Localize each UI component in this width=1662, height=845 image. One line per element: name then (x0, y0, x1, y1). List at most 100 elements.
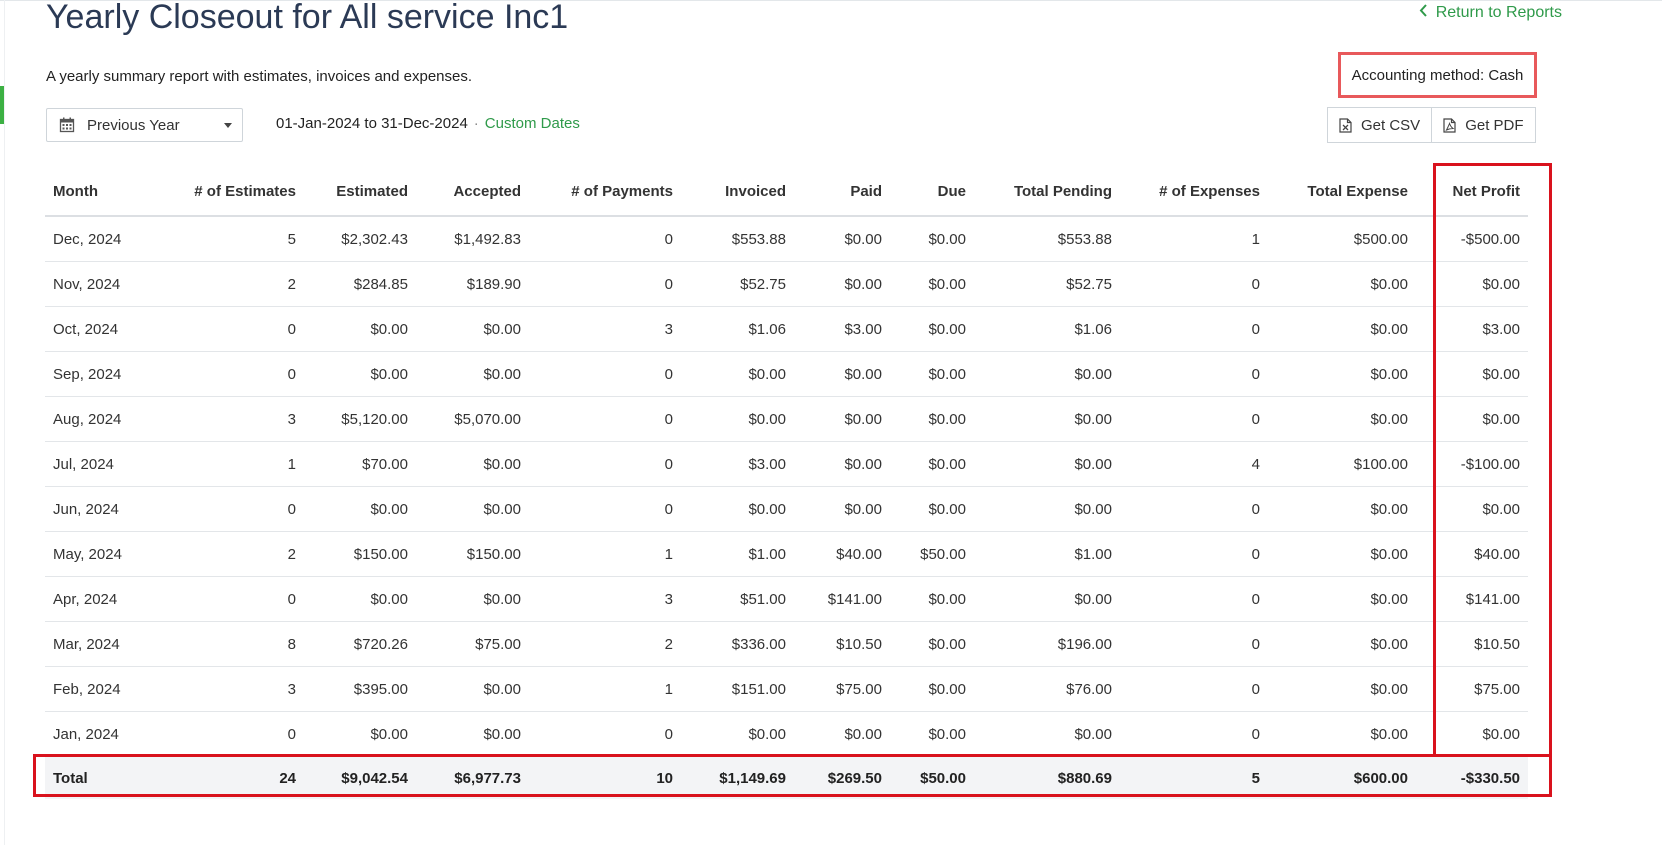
cell-invoiced: $52.75 (681, 261, 794, 307)
cell-invoiced: $0.00 (681, 396, 794, 442)
custom-dates-link[interactable]: Custom Dates (485, 115, 580, 132)
table-row: Jan, 2024 0 $0.00 $0.00 0 $0.00 $0.00 $0.00 $0.0… (45, 711, 1528, 757)
period-select-value: Previous Year (87, 116, 180, 134)
cell-total-expense: $0.00 (1268, 531, 1416, 577)
cell-month: Jun, 2024 (45, 486, 180, 532)
cell-num-payments: 0 (529, 351, 681, 397)
table-row: Oct, 2024 0 $0.00 $0.00 3 $1.06 $3.00 $0.00 $1.0… (45, 306, 1528, 352)
csv-file-icon (1339, 117, 1352, 133)
cell-paid: $0.00 (794, 441, 890, 487)
cell-total-expense: $0.00 (1268, 711, 1416, 757)
cell-num-expenses: 0 (1120, 486, 1268, 532)
get-pdf-button[interactable]: Get PDF (1432, 107, 1536, 143)
cell-accepted: $0.00 (416, 666, 529, 712)
cell-month: Jul, 2024 (45, 441, 180, 487)
total-cell-num-expenses: 5 (1120, 756, 1268, 799)
cell-total-expense: $0.00 (1268, 351, 1416, 397)
cell-invoiced: $51.00 (681, 576, 794, 622)
cell-month: May, 2024 (45, 531, 180, 577)
cell-month: Feb, 2024 (45, 666, 180, 712)
total-cell-invoiced: $1,149.69 (681, 756, 794, 799)
table-row: Jun, 2024 0 $0.00 $0.00 0 $0.00 $0.00 $0.00 $0.0… (45, 486, 1528, 532)
cell-due: $0.00 (890, 576, 974, 622)
cell-num-payments: 0 (529, 441, 681, 487)
cell-net-profit: $3.00 (1416, 306, 1528, 352)
cell-due: $0.00 (890, 666, 974, 712)
yearly-closeout-table: Month # of Estimates Estimated Accepted … (45, 168, 1528, 799)
cell-invoiced: $553.88 (681, 216, 794, 262)
cell-paid: $0.00 (794, 351, 890, 397)
cell-total-pending: $196.00 (974, 621, 1120, 667)
cell-invoiced: $336.00 (681, 621, 794, 667)
return-to-reports-link[interactable]: Return to Reports (1419, 4, 1562, 22)
cell-month: Nov, 2024 (45, 261, 180, 307)
cell-month: Mar, 2024 (45, 621, 180, 667)
cell-num-expenses: 0 (1120, 306, 1268, 352)
cell-num-estimates: 3 (180, 666, 304, 712)
cell-due: $0.00 (890, 486, 974, 532)
active-indicator (0, 86, 4, 124)
cell-invoiced: $1.00 (681, 531, 794, 577)
cell-total-pending: $0.00 (974, 441, 1120, 487)
calendar-icon (59, 117, 75, 133)
cell-due: $0.00 (890, 396, 974, 442)
table-row: Mar, 2024 8 $720.26 $75.00 2 $336.00 $10.50 $0.… (45, 621, 1528, 667)
date-range-text: 01-Jan-2024 to 31-Dec-2024 (276, 115, 468, 132)
cell-month: Aug, 2024 (45, 396, 180, 442)
cell-accepted: $150.00 (416, 531, 529, 577)
caret-down-icon (224, 123, 232, 128)
get-pdf-label: Get PDF (1465, 116, 1524, 134)
cell-net-profit: -$100.00 (1416, 441, 1528, 487)
cell-num-estimates: 1 (180, 441, 304, 487)
cell-estimated: $5,120.00 (304, 396, 416, 442)
cell-total-pending: $52.75 (974, 261, 1120, 307)
table-row: Dec, 2024 5 $2,302.43 $1,492.83 0 $553.88 $0.0… (45, 216, 1528, 262)
period-select[interactable]: Previous Year (46, 108, 243, 142)
cell-num-expenses: 0 (1120, 666, 1268, 712)
cell-net-profit: $75.00 (1416, 666, 1528, 712)
column-header-month: Month (45, 168, 180, 217)
cell-num-estimates: 2 (180, 261, 304, 307)
cell-total-expense: $100.00 (1268, 441, 1416, 487)
cell-num-expenses: 4 (1120, 441, 1268, 487)
export-button-group: Get CSV Get PDF (1327, 107, 1536, 143)
cell-num-estimates: 0 (180, 711, 304, 757)
cell-num-expenses: 1 (1120, 216, 1268, 262)
accounting-method-label: Accounting method: Cash (1351, 66, 1524, 84)
cell-net-profit: -$500.00 (1416, 216, 1528, 262)
get-csv-button[interactable]: Get CSV (1327, 107, 1433, 143)
cell-estimated: $0.00 (304, 711, 416, 757)
cell-num-estimates: 0 (180, 351, 304, 397)
cell-accepted: $1,492.83 (416, 216, 529, 262)
total-cell-net-profit: -$330.50 (1416, 756, 1528, 799)
cell-total-pending: $0.00 (974, 486, 1120, 532)
cell-num-estimates: 0 (180, 576, 304, 622)
accounting-method-badge: Accounting method: Cash (1338, 52, 1537, 98)
cell-month: Oct, 2024 (45, 306, 180, 352)
cell-accepted: $0.00 (416, 351, 529, 397)
cell-num-estimates: 8 (180, 621, 304, 667)
total-cell-accepted: $6,977.73 (416, 756, 529, 799)
date-range-row: 01-Jan-2024 to 31-Dec-2024 · Custom Dates (276, 115, 580, 132)
cell-accepted: $75.00 (416, 621, 529, 667)
cell-accepted: $0.00 (416, 441, 529, 487)
cell-due: $0.00 (890, 621, 974, 667)
cell-estimated: $720.26 (304, 621, 416, 667)
cell-total-expense: $500.00 (1268, 216, 1416, 262)
cell-num-expenses: 0 (1120, 711, 1268, 757)
cell-estimated: $0.00 (304, 576, 416, 622)
cell-num-payments: 1 (529, 531, 681, 577)
cell-num-payments: 0 (529, 486, 681, 532)
cell-estimated: $150.00 (304, 531, 416, 577)
cell-month: Apr, 2024 (45, 576, 180, 622)
cell-total-expense: $0.00 (1268, 261, 1416, 307)
cell-total-pending: $1.06 (974, 306, 1120, 352)
column-header-estimated: Estimated (304, 168, 416, 217)
cell-total-pending: $1.00 (974, 531, 1120, 577)
page-subtitle: A yearly summary report with estimates, … (46, 68, 473, 85)
cell-estimated: $0.00 (304, 351, 416, 397)
cell-num-payments: 3 (529, 576, 681, 622)
cell-due: $0.00 (890, 351, 974, 397)
column-header-due: Due (890, 168, 974, 217)
cell-num-estimates: 0 (180, 486, 304, 532)
